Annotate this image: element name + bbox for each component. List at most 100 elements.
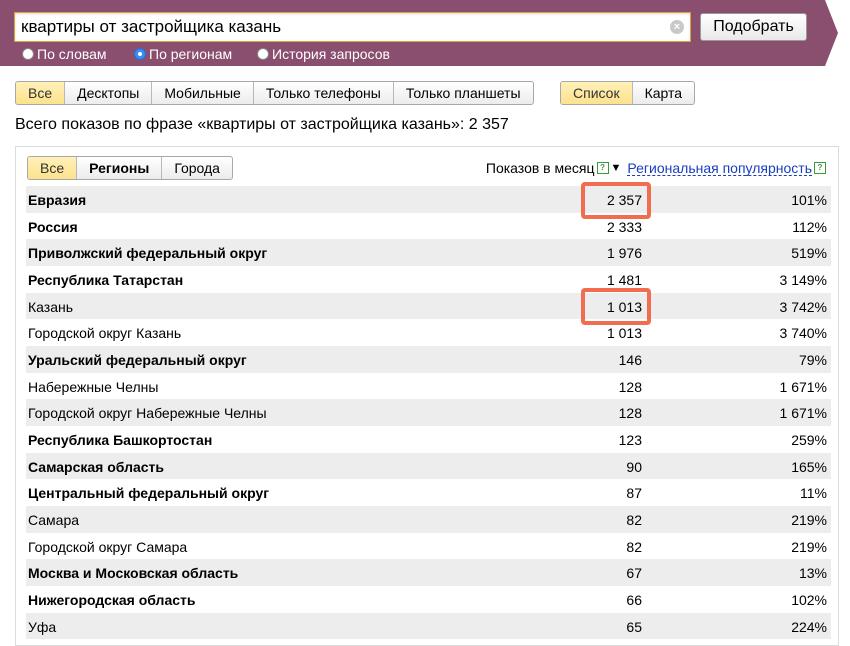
table-row[interactable]: Самарская область 90 165% bbox=[26, 452, 831, 480]
impressions-count: 66 bbox=[626, 591, 642, 608]
mode-by-words[interactable]: По словам bbox=[22, 45, 107, 63]
table-row[interactable]: Самара 82 219% bbox=[26, 505, 831, 533]
highlight-box bbox=[581, 288, 651, 325]
regions-table: Евразия 2 357 101% Россия 2 333 112% Приволжск… bbox=[26, 186, 831, 640]
region-cities-tab[interactable]: Города bbox=[161, 157, 232, 179]
popularity-header-link[interactable]: Региональная популярность bbox=[627, 161, 812, 176]
table-row[interactable]: Республика Башкортостан 123 259% bbox=[26, 426, 831, 453]
region-name[interactable]: Городской округ Самара bbox=[28, 539, 187, 555]
region-name[interactable]: Казань bbox=[28, 299, 73, 315]
impressions-count: 82 bbox=[626, 511, 642, 528]
mode-history[interactable]: История запросов bbox=[257, 45, 390, 63]
regional-popularity: 219% bbox=[791, 538, 827, 555]
impressions-count: 1 481 bbox=[606, 271, 642, 288]
table-row[interactable]: Центральный федеральный округ 87 11% bbox=[26, 479, 831, 506]
table-row[interactable]: Москва и Московская область 67 13% bbox=[26, 559, 831, 586]
table-row[interactable]: Городской округ Набережные Челны 128 1 671… bbox=[26, 399, 831, 426]
impressions-count: 128 bbox=[618, 378, 642, 395]
view-list-tab[interactable]: Список bbox=[561, 82, 632, 104]
regional-popularity: 259% bbox=[791, 431, 827, 448]
view-toggle: Список Карта bbox=[560, 81, 696, 105]
table-row[interactable]: Городской округ Казань 1 013 3 740% bbox=[26, 319, 831, 346]
regional-popularity: 79% bbox=[798, 351, 827, 368]
view-map-tab[interactable]: Карта bbox=[631, 82, 694, 104]
region-name[interactable]: Республика Башкортостан bbox=[28, 432, 212, 448]
regional-popularity: 3 149% bbox=[779, 271, 827, 288]
regional-popularity: 1 671% bbox=[779, 405, 827, 422]
regional-popularity: 13% bbox=[798, 565, 827, 582]
impressions-count: 87 bbox=[626, 485, 642, 502]
table-row[interactable]: Уральский федеральный округ 146 79% bbox=[26, 345, 831, 373]
sort-desc-icon[interactable]: ▼ bbox=[611, 162, 622, 174]
table-row[interactable]: Россия 2 333 112% bbox=[26, 213, 831, 240]
table-row[interactable]: Набережные Челны 128 1 671% bbox=[26, 373, 831, 400]
help-icon[interactable]: ? bbox=[814, 162, 826, 174]
impressions-count: 2 333 bbox=[606, 218, 642, 235]
region-name[interactable]: Набережные Челны bbox=[28, 379, 158, 395]
device-desktops-tab[interactable]: Десктопы bbox=[64, 82, 151, 104]
impressions-count: 82 bbox=[626, 538, 642, 555]
regional-popularity: 11% bbox=[800, 485, 827, 502]
region-name[interactable]: Центральный федеральный округ bbox=[28, 485, 269, 501]
clear-icon[interactable]: × bbox=[670, 20, 684, 34]
search-band: × Подобрать По словам По регионам Истори… bbox=[0, 0, 850, 66]
region-regions-tab[interactable]: Регионы bbox=[76, 157, 161, 179]
impressions-count: 128 bbox=[618, 405, 642, 422]
regional-popularity: 3 740% bbox=[779, 325, 827, 342]
region-name[interactable]: Самара bbox=[28, 512, 79, 528]
region-all-tab[interactable]: Все bbox=[28, 157, 77, 179]
total-impressions-summary: Всего показов по фразе «квартиры от заст… bbox=[15, 116, 509, 133]
radio-icon[interactable] bbox=[257, 48, 269, 60]
mode-by-regions[interactable]: По регионам bbox=[134, 45, 232, 63]
device-all-tab[interactable]: Все bbox=[16, 82, 65, 104]
region-name[interactable]: Нижегородская область bbox=[28, 592, 195, 608]
regional-popularity: 219% bbox=[791, 511, 827, 528]
impressions-count: 65 bbox=[626, 618, 642, 635]
impressions-header[interactable]: Показов в месяц bbox=[486, 160, 595, 176]
region-name[interactable]: Россия bbox=[28, 219, 78, 235]
impressions-count: 67 bbox=[626, 565, 642, 582]
table-row[interactable]: Евразия 2 357 101% bbox=[26, 186, 831, 213]
region-name[interactable]: Евразия bbox=[28, 192, 86, 208]
regional-popularity: 519% bbox=[791, 245, 827, 262]
table-row[interactable]: Городской округ Самара 82 219% bbox=[26, 533, 831, 560]
device-filter: Все Десктопы Мобильные Только телефоны Т… bbox=[15, 81, 534, 105]
region-name[interactable]: Городской округ Казань bbox=[28, 325, 181, 341]
help-icon[interactable]: ? bbox=[596, 162, 609, 174]
device-phones-tab[interactable]: Только телефоны bbox=[252, 82, 393, 104]
device-mobile-tab[interactable]: Мобильные bbox=[151, 82, 253, 104]
regional-popularity: 1 671% bbox=[779, 378, 827, 395]
regional-popularity: 112% bbox=[792, 218, 827, 235]
device-tablets-tab[interactable]: Только планшеты bbox=[392, 82, 533, 104]
regional-popularity: 102% bbox=[791, 591, 827, 608]
region-name[interactable]: Уфа bbox=[28, 619, 56, 635]
impressions-count: 90 bbox=[626, 458, 642, 475]
table-header: Показов в месяц ? ▼ Региональная популяр… bbox=[486, 160, 828, 176]
impressions-count: 1 976 bbox=[606, 245, 642, 262]
impressions-count: 146 bbox=[618, 351, 642, 368]
mode-label: История запросов bbox=[272, 46, 390, 62]
region-name[interactable]: Самарская область bbox=[28, 459, 164, 475]
submit-button[interactable]: Подобрать bbox=[700, 13, 807, 41]
search-input[interactable] bbox=[21, 16, 661, 38]
region-name[interactable]: Уральский федеральный округ bbox=[28, 352, 247, 368]
region-filter: Все Регионы Города bbox=[27, 156, 233, 180]
table-row[interactable]: Уфа 65 224% bbox=[26, 612, 831, 640]
region-name[interactable]: Республика Татарстан bbox=[28, 272, 183, 288]
search-box[interactable]: × bbox=[14, 12, 691, 42]
table-row[interactable]: Приволжский федеральный округ 1 976 519% bbox=[26, 239, 831, 266]
radio-icon[interactable] bbox=[22, 48, 34, 60]
regional-popularity: 3 742% bbox=[779, 298, 827, 315]
region-name[interactable]: Городской округ Набережные Челны bbox=[28, 405, 267, 421]
impressions-count: 1 013 bbox=[606, 325, 642, 342]
impressions-count: 123 bbox=[618, 431, 642, 448]
region-name[interactable]: Москва и Московская область bbox=[28, 565, 238, 581]
table-row[interactable]: Нижегородская область 66 102% bbox=[26, 586, 831, 613]
regional-popularity: 101% bbox=[791, 192, 827, 208]
table-row[interactable]: Республика Татарстан 1 481 3 149% bbox=[26, 266, 831, 293]
regions-panel: Все Регионы Города Показов в месяц ? ▼ Р… bbox=[15, 146, 839, 646]
highlight-box bbox=[581, 182, 651, 219]
table-row[interactable]: Казань 1 013 3 742% bbox=[26, 292, 831, 320]
region-name[interactable]: Приволжский федеральный округ bbox=[28, 245, 267, 261]
radio-selected-icon[interactable] bbox=[134, 48, 146, 60]
